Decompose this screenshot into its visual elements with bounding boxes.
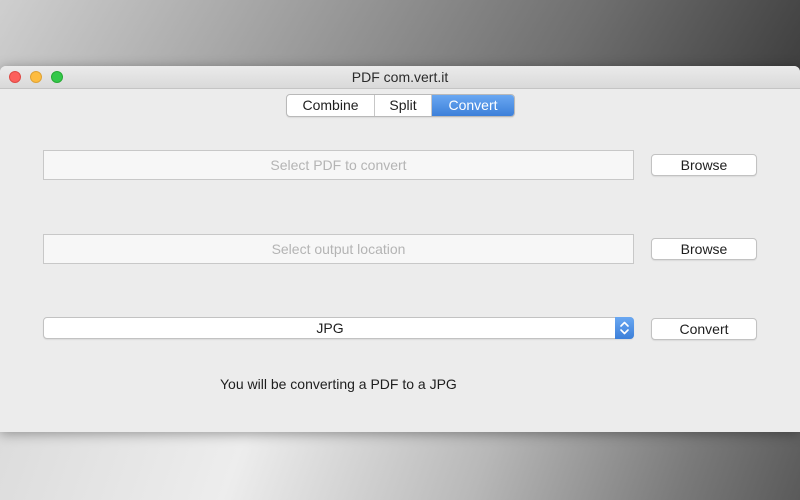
chevron-up-down-icon	[615, 317, 634, 339]
output-location-field[interactable]	[43, 234, 634, 264]
browse-output-button[interactable]: Browse	[651, 238, 757, 260]
format-selected-value: JPG	[316, 320, 344, 336]
window-title: PDF com.vert.it	[351, 69, 449, 85]
format-popup-button[interactable]: JPG	[43, 317, 634, 339]
title-bar[interactable]: PDF com.vert.it	[0, 66, 800, 89]
pdf-input-field[interactable]	[43, 150, 634, 180]
tab-convert[interactable]: Convert	[432, 95, 514, 116]
mode-segmented-control: Combine Split Convert	[286, 94, 515, 117]
browse-pdf-button[interactable]: Browse	[651, 154, 757, 176]
status-message: You will be converting a PDF to a JPG	[220, 376, 457, 392]
tab-combine[interactable]: Combine	[287, 95, 375, 116]
desktop-background	[0, 432, 800, 500]
tab-split[interactable]: Split	[375, 95, 432, 116]
convert-button[interactable]: Convert	[651, 318, 757, 340]
